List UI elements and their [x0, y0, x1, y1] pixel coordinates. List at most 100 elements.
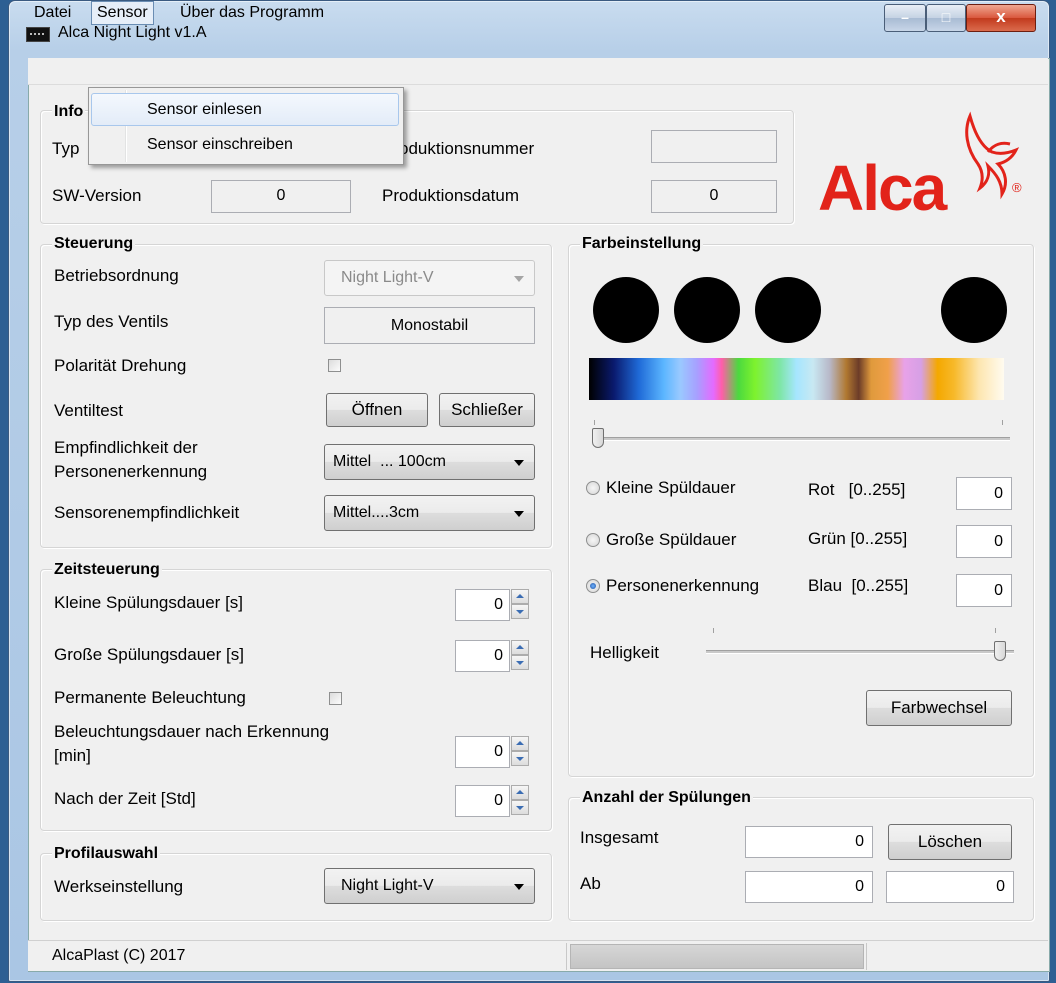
close-valve-button[interactable]: Schließer: [439, 393, 535, 427]
person-sensitivity-label-2: Personenerkennung: [54, 462, 208, 481]
zeitsteuerung-group-title: Zeitsteuerung: [52, 561, 162, 579]
total-field: 0: [745, 826, 873, 858]
radio-small-flush-label[interactable]: Kleine Spüldauer: [606, 478, 735, 498]
menu-item-sensor-read[interactable]: Sensor einlesen: [91, 93, 399, 126]
color-slider-thumb[interactable]: [592, 428, 604, 448]
light-duration-stepper[interactable]: [511, 736, 529, 766]
chevron-down-icon: [514, 276, 524, 282]
production-number-label: Produktionsnummer: [382, 139, 535, 158]
maximize-button[interactable]: □: [926, 4, 966, 32]
sensor-dropdown-menu: Sensor einlesen Sensor einschreiben: [88, 87, 404, 165]
operating-mode-label: Betriebsordnung: [54, 266, 179, 285]
color-spectrum: [589, 358, 1004, 400]
radio-person-detection[interactable]: [586, 579, 600, 593]
operating-mode-select[interactable]: Night Light-V: [324, 260, 535, 296]
status-progress-bar: [570, 944, 864, 969]
small-flush-label: Kleine Spülungsdauer [s]: [54, 593, 244, 612]
radio-large-flush[interactable]: [586, 533, 600, 547]
brightness-label: Helligkeit: [590, 643, 659, 662]
slider-tick: [594, 420, 595, 425]
status-divider: [866, 943, 867, 970]
brightness-slider-track[interactable]: [706, 650, 1014, 654]
stepper-down-icon[interactable]: [511, 800, 529, 815]
minimize-button[interactable]: –: [884, 4, 926, 32]
color-slider-track[interactable]: [592, 437, 1010, 441]
valve-type-label: Typ des Ventils: [54, 312, 169, 331]
brightness-slider-thumb[interactable]: [994, 641, 1006, 661]
seagull-logo-icon: [965, 111, 1020, 200]
stepper-up-icon[interactable]: [511, 736, 529, 751]
green-input[interactable]: 0: [956, 525, 1012, 558]
alca-logo: Alca: [818, 152, 947, 224]
color-swatch-3: [755, 277, 821, 343]
open-valve-button[interactable]: Öffnen: [326, 393, 428, 427]
type-label: Typ: [52, 139, 80, 158]
total-label: Insgesamt: [580, 828, 659, 847]
light-duration-input[interactable]: 0: [455, 736, 510, 768]
green-label: Grün [0..255]: [808, 529, 908, 548]
polarity-label: Polarität Drehung: [54, 356, 187, 375]
from-field: 0: [745, 871, 873, 903]
menu-item-sensor-write[interactable]: Sensor einschreiben: [91, 128, 399, 161]
small-flush-stepper[interactable]: [511, 589, 529, 619]
after-time-input[interactable]: 0: [455, 785, 510, 817]
red-label: Rot [0..255]: [808, 480, 906, 499]
red-input[interactable]: 0: [956, 477, 1012, 510]
stepper-down-icon[interactable]: [511, 655, 529, 670]
blue-input[interactable]: 0: [956, 574, 1012, 607]
stepper-down-icon[interactable]: [511, 751, 529, 766]
close-window-button[interactable]: x: [966, 4, 1036, 32]
large-flush-input[interactable]: 0: [455, 640, 510, 672]
stepper-up-icon[interactable]: [511, 785, 529, 800]
large-flush-stepper[interactable]: [511, 640, 529, 670]
app-icon: [26, 27, 50, 42]
production-number-field: [651, 130, 777, 163]
status-copyright: AlcaPlast (C) 2017: [52, 947, 186, 964]
status-divider: [566, 943, 567, 970]
large-flush-label: Große Spülungsdauer [s]: [54, 645, 244, 664]
radio-large-flush-label[interactable]: Große Spüldauer: [606, 530, 736, 550]
blue-label: Blau [0..255]: [808, 576, 909, 595]
factory-setting-label: Werkseinstellung: [54, 877, 184, 896]
color-change-button[interactable]: Farbwechsel: [866, 690, 1012, 726]
stepper-up-icon[interactable]: [511, 640, 529, 655]
from-field-2: 0: [886, 871, 1014, 903]
chevron-down-icon: [514, 511, 524, 517]
menu-about[interactable]: Über das Programm: [180, 4, 324, 22]
from-label: Ab: [580, 874, 601, 893]
info-group-title: Info: [52, 103, 86, 121]
sensor-sensitivity-select[interactable]: Mittel....3cm: [324, 495, 535, 531]
after-time-stepper[interactable]: [511, 785, 529, 815]
spuelungen-group-title: Anzahl der Spülungen: [580, 789, 753, 807]
valve-test-label: Ventiltest: [54, 401, 123, 420]
profile-select[interactable]: Night Light-V: [324, 868, 535, 904]
radio-person-detection-label[interactable]: Personenerkennung: [606, 576, 759, 596]
delete-count-button[interactable]: Löschen: [888, 824, 1012, 860]
polarity-checkbox[interactable]: [328, 359, 341, 372]
chevron-down-icon: [514, 460, 524, 466]
sw-version-field: 0: [211, 180, 351, 213]
sensor-sensitivity-label: Sensorenempfindlichkeit: [54, 503, 240, 522]
profil-group-title: Profilauswahl: [52, 845, 161, 863]
color-swatch-2: [674, 277, 740, 343]
slider-tick: [995, 628, 996, 633]
production-date-label: Produktionsdatum: [382, 186, 520, 205]
menu-datei[interactable]: Datei: [34, 4, 71, 22]
after-time-label: Nach der Zeit [Std]: [54, 789, 196, 808]
slider-tick: [713, 628, 714, 633]
menu-bar: [28, 58, 1048, 85]
light-duration-label-2: [min]: [54, 746, 91, 765]
permanent-light-checkbox[interactable]: [329, 692, 342, 705]
permanent-light-label: Permanente Beleuchtung: [54, 688, 246, 707]
farbe-group-title: Farbeinstellung: [580, 235, 704, 253]
radio-small-flush[interactable]: [586, 481, 600, 495]
stepper-up-icon[interactable]: [511, 589, 529, 604]
small-flush-input[interactable]: 0: [455, 589, 510, 621]
menu-sensor[interactable]: Sensor: [91, 1, 154, 25]
slider-tick: [1002, 420, 1003, 425]
steuerung-group-title: Steuerung: [52, 235, 136, 253]
stepper-down-icon[interactable]: [511, 604, 529, 619]
chevron-down-icon: [514, 884, 524, 890]
light-duration-label-1: Beleuchtungsdauer nach Erkennung: [54, 722, 330, 741]
person-sensitivity-select[interactable]: Mittel ... 100cm: [324, 444, 535, 480]
